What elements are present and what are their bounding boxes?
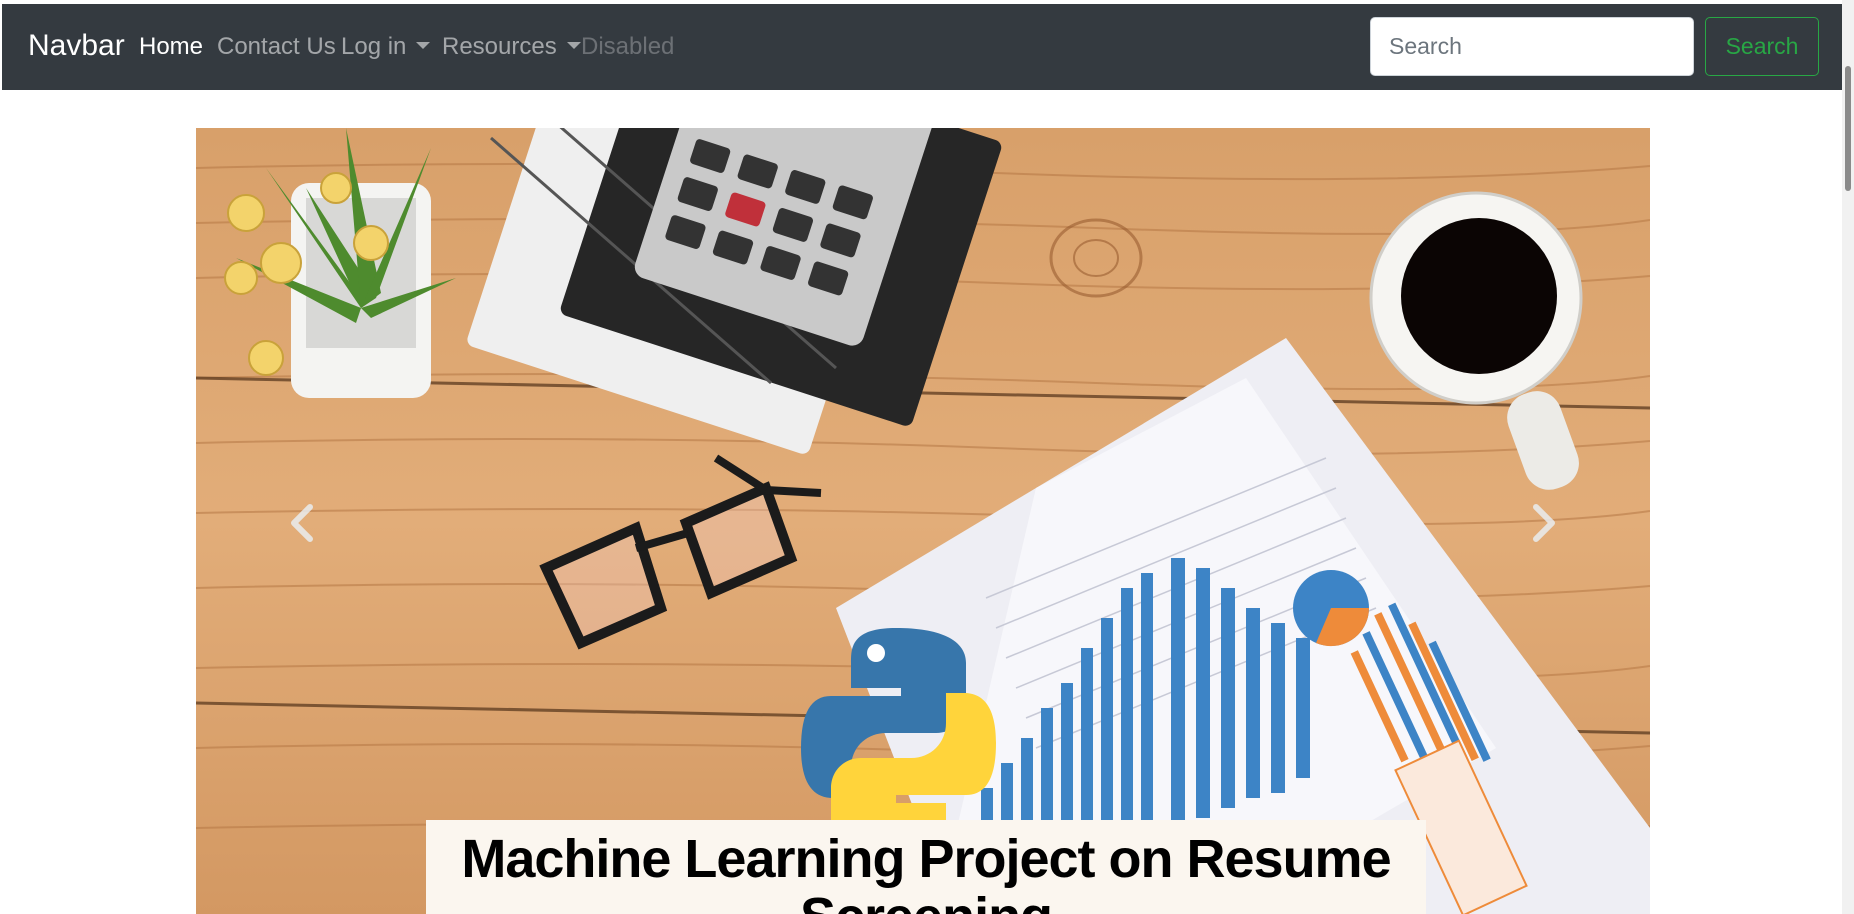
navbar: Navbar Home Contact Us Log in Resources … (2, 4, 1842, 90)
page-scrollbar[interactable] (1842, 0, 1854, 914)
nav-dropdown-log-in[interactable]: Log in (341, 32, 431, 62)
carousel: Machine Learning Project on Resume Scree… (196, 128, 1650, 914)
carousel-caption: Machine Learning Project on Resume Scree… (426, 820, 1426, 914)
nav-link-home[interactable]: Home (139, 32, 203, 62)
carousel-next-button[interactable] (1440, 128, 1650, 914)
nav-link-label: Contact Us (217, 33, 336, 60)
nav-link-contact-us[interactable]: Contact Us (217, 32, 336, 62)
scrollbar-thumb[interactable] (1845, 66, 1851, 191)
search-input[interactable] (1370, 17, 1694, 76)
caret-down-icon (416, 42, 431, 49)
chevron-left-icon (291, 504, 313, 542)
nav-link-disabled: Disabled (581, 32, 674, 62)
nav-dropdown-resources[interactable]: Resources (442, 32, 581, 62)
search-button[interactable]: Search (1705, 17, 1819, 76)
nav-link-label: Log in (341, 33, 407, 60)
navbar-brand[interactable]: Navbar (28, 28, 125, 64)
nav-link-label: Resources (442, 33, 557, 60)
nav-link-label: Home (139, 33, 204, 60)
carousel-caption-text: Machine Learning Project on Resume Scree… (461, 829, 1391, 914)
carousel-slide-image (196, 128, 1650, 914)
carousel-prev-button[interactable] (196, 128, 406, 914)
page: Navbar Home Contact Us Log in Resources … (2, 4, 1842, 914)
nav-link-label: Disabled (581, 33, 675, 60)
caret-down-icon (566, 42, 581, 49)
chevron-right-icon (1533, 504, 1555, 542)
